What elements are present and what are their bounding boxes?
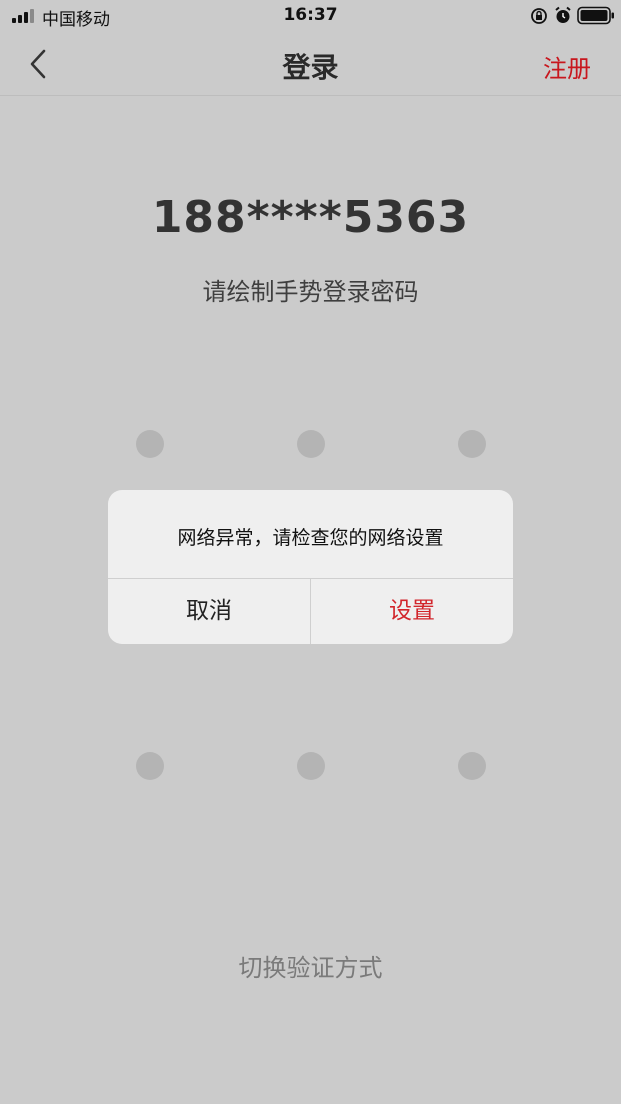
gesture-dot[interactable] (297, 430, 325, 458)
network-error-dialog: 网络异常，请检查您的网络设置 取消 设置 (108, 490, 513, 644)
dialog-message: 网络异常，请检查您的网络设置 (177, 527, 444, 549)
status-time: 16:37 (283, 5, 338, 25)
page-title: 登录 (282, 51, 339, 84)
cancel-button[interactable]: 取消 (108, 578, 310, 644)
nav-bar: 登录 注册 (0, 32, 621, 96)
alarm-icon (555, 6, 571, 23)
register-button[interactable]: 注册 (543, 49, 591, 84)
gesture-dot[interactable] (136, 752, 164, 780)
battery-icon (577, 6, 614, 25)
settings-button[interactable]: 设置 (311, 578, 513, 644)
status-bar: 中国移动 16:37 (0, 0, 621, 32)
login-screen: 中国移动 16:37 登录 注册 188****5363 请绘制手势登录密码 切… (0, 0, 621, 1104)
switch-verification-link[interactable]: 切换验证方式 (0, 948, 621, 983)
gesture-hint: 请绘制手势登录密码 (202, 278, 419, 306)
orientation-lock-icon (531, 8, 547, 24)
gesture-dot[interactable] (458, 752, 486, 780)
gesture-dot[interactable] (297, 752, 325, 780)
gesture-dot[interactable] (136, 430, 164, 458)
gesture-dot[interactable] (458, 430, 486, 458)
masked-phone-number: 188****5363 (151, 192, 470, 243)
